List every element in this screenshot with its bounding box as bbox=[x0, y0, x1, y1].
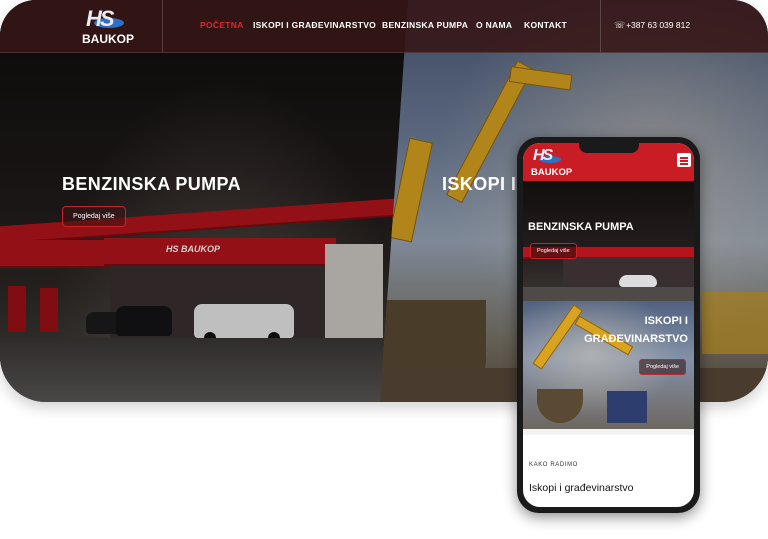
phone-notch bbox=[579, 143, 639, 153]
mobile-section-heading: Iskopi i građevinarstvo bbox=[529, 482, 634, 494]
phone-contact-link[interactable]: ☏+387 63 039 812 bbox=[614, 20, 690, 31]
excavator-bucket bbox=[537, 389, 583, 423]
phone-icon: ☏ bbox=[614, 20, 626, 30]
nav-divider bbox=[600, 0, 601, 52]
nav-link-benzinska-pumpa[interactable]: BENZINSKA PUMPA bbox=[382, 20, 468, 30]
mobile-slide2-title-line2: GRAĐEVINARSTVO bbox=[584, 333, 688, 345]
nav-link-kontakt[interactable]: KONTAKT bbox=[524, 20, 567, 30]
hero-left-view-more-button[interactable]: Pogledaj više bbox=[62, 206, 126, 227]
phone-screen: HS BAUKOP BENZINSKA PUMPA Pogledaj više … bbox=[523, 143, 694, 507]
nav-link-iskopi[interactable]: ISKOPI I GRAĐEVINARSTVO bbox=[253, 20, 376, 30]
road bbox=[523, 287, 694, 301]
mobile-hero-slide-excavation: ISKOPI I GRAĐEVINARSTVO Pogledaj više bbox=[523, 301, 694, 429]
phone-number: +387 63 039 812 bbox=[626, 20, 691, 30]
logo-wordmark: BAUKOP bbox=[82, 32, 135, 46]
mobile-slide1-title: BENZINSKA PUMPA bbox=[528, 221, 634, 233]
car-white bbox=[619, 275, 657, 287]
mobile-section-eyebrow: KAKO RADIMO bbox=[529, 462, 578, 468]
logo-wordmark: BAUKOP bbox=[531, 167, 573, 178]
logo-mark: HS bbox=[533, 147, 553, 164]
excavator-boom bbox=[532, 304, 583, 370]
mobile-slide1-view-more-button[interactable]: Pogledaj više bbox=[530, 243, 577, 259]
nav-link-pocetna[interactable]: POČETNA bbox=[200, 20, 244, 30]
nav-divider bbox=[162, 0, 163, 52]
mobile-section-divider bbox=[523, 429, 694, 435]
excavator-cab bbox=[607, 391, 647, 423]
mobile-hero-slide-petrol-station: BENZINSKA PUMPA Pogledaj više bbox=[523, 181, 694, 301]
top-navigation: HS BAUKOP POČETNA ISKOPI I GRAĐEVINARSTV… bbox=[0, 0, 768, 53]
mobile-slide2-title-line1: ISKOPI I bbox=[644, 315, 688, 327]
mobile-brand-logo[interactable]: HS BAUKOP bbox=[531, 147, 581, 179]
mobile-slide2-view-more-button[interactable]: Pogledaj više bbox=[639, 359, 686, 375]
brand-logo[interactable]: HS BAUKOP bbox=[82, 6, 142, 46]
logo-mark: HS bbox=[86, 6, 115, 31]
hero-left-title: BENZINSKA PUMPA bbox=[62, 174, 242, 194]
nav-link-o-nama[interactable]: O NAMA bbox=[476, 20, 512, 30]
hamburger-icon[interactable] bbox=[677, 153, 691, 167]
phone-mockup: HS BAUKOP BENZINSKA PUMPA Pogledaj više … bbox=[517, 137, 700, 513]
